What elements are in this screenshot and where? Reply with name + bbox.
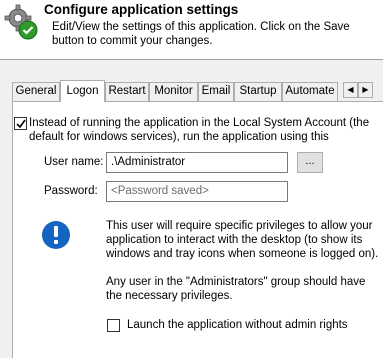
tab-automate[interactable]: Automate	[282, 82, 338, 101]
tab-email[interactable]: Email	[198, 82, 234, 101]
password-label: Password:	[44, 185, 98, 197]
header: Configure application settings Edit/View…	[0, 0, 383, 58]
launch-without-admin-label: Launch the application without admin rig…	[127, 319, 348, 331]
tab-restart[interactable]: Restart	[105, 82, 149, 101]
tab-monitor[interactable]: Monitor	[149, 82, 198, 101]
tab-general[interactable]: General	[12, 82, 60, 101]
tab-startup[interactable]: Startup	[234, 82, 282, 101]
page-description: Edit/View the settings of this applicati…	[52, 21, 350, 47]
checkmark-icon	[16, 119, 26, 129]
page-title: Configure application settings	[44, 2, 239, 17]
launch-without-admin-checkbox[interactable]	[107, 319, 120, 332]
username-input[interactable]: .\Administrator	[106, 152, 288, 173]
info-icon	[42, 221, 70, 249]
privileges-info: This user will require specific privileg…	[106, 219, 381, 303]
password-input[interactable]: <Password saved>	[106, 181, 288, 202]
privileges-info-text: This user will require specific privileg…	[106, 220, 379, 260]
browse-user-button[interactable]: ...	[297, 152, 323, 173]
gear-check-icon	[4, 4, 38, 40]
run-as-checkbox[interactable]	[14, 117, 27, 130]
tab-scroll-right-button[interactable]: ▶	[358, 82, 373, 98]
run-as-label: Instead of running the application in th…	[29, 117, 370, 143]
administrators-info-text: Any user in the "Administrators" group s…	[106, 276, 366, 302]
tab-scroll-left-button[interactable]: ◀	[343, 82, 358, 98]
tab-logon[interactable]: Logon	[60, 80, 105, 102]
username-label: User name:	[44, 156, 104, 168]
